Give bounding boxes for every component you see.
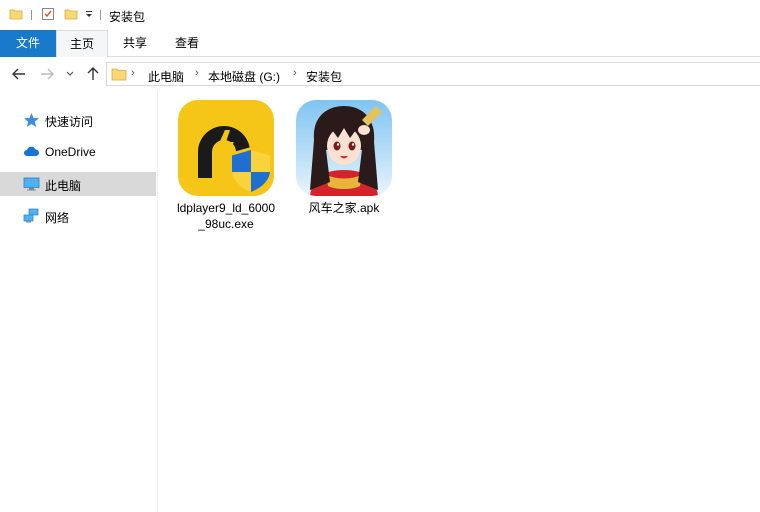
file-item-ldplayer[interactable]: ldplayer9_ld_6000_98uc.exe <box>174 100 278 232</box>
new-folder-icon[interactable] <box>64 7 78 21</box>
file-name: 风车之家.apk <box>308 201 380 215</box>
tab-view[interactable]: 查看 <box>164 30 210 57</box>
nav-item-network[interactable]: 网络 <box>0 204 156 228</box>
customize-dropdown-icon[interactable] <box>84 7 94 21</box>
network-icon <box>23 208 39 223</box>
forward-arrow-icon[interactable] <box>38 65 56 83</box>
ldplayer-app-icon <box>178 100 274 196</box>
ribbon-tabs: 文件 主页 共享 查看 <box>0 30 760 58</box>
cloud-icon <box>24 146 40 156</box>
folder-icon[interactable] <box>9 7 23 21</box>
chevron-right-icon[interactable]: › <box>131 67 135 79</box>
folder-icon <box>111 68 127 81</box>
nav-item-this-pc[interactable]: 此电脑 <box>0 172 156 196</box>
nav-item-label: 网络 <box>45 211 70 225</box>
nav-item-onedrive[interactable]: OneDrive <box>0 140 156 164</box>
breadcrumb-current-folder[interactable]: 安装包 <box>306 68 342 85</box>
breadcrumb-local-disk[interactable]: 本地磁盘 (G:) <box>208 68 280 85</box>
nav-item-label: OneDrive <box>45 145 96 159</box>
file-name: ldplayer9_ld_6000_98uc.exe <box>176 201 276 231</box>
title-bar: 安装包 <box>0 0 760 30</box>
star-icon <box>24 113 39 127</box>
apk-app-icon <box>296 100 392 196</box>
tab-share[interactable]: 共享 <box>112 30 158 57</box>
file-list: ldplayer9_ld_6000_98uc.exe 风车之家.apk <box>159 91 760 512</box>
breadcrumb-this-pc[interactable]: 此电脑 <box>148 68 184 85</box>
window-title: 安装包 <box>109 10 146 24</box>
navigation-pane: 快速访问 OneDrive 此电脑 网络 <box>0 91 158 512</box>
address-bar[interactable]: › 此电脑 › 本地磁盘 (G:) › 安装包 <box>106 62 760 86</box>
properties-icon[interactable] <box>41 7 55 21</box>
file-item-apk[interactable]: 风车之家.apk <box>292 100 396 216</box>
back-arrow-icon[interactable] <box>10 65 28 83</box>
nav-item-quick-access[interactable]: 快速访问 <box>0 108 156 132</box>
computer-icon <box>23 177 40 191</box>
chevron-right-icon[interactable]: › <box>293 67 297 79</box>
tab-file[interactable]: 文件 <box>0 30 56 57</box>
title-separator <box>100 10 101 20</box>
nav-item-label: 此电脑 <box>45 179 82 193</box>
navigation-bar: › 此电脑 › 本地磁盘 (G:) › 安装包 <box>0 57 760 91</box>
tab-home[interactable]: 主页 <box>56 30 108 58</box>
nav-item-label: 快速访问 <box>45 115 94 129</box>
chevron-right-icon[interactable]: › <box>195 67 199 79</box>
quick-access-separator <box>31 10 32 20</box>
recent-locations-chevron-icon[interactable] <box>64 65 76 83</box>
up-arrow-icon[interactable] <box>84 65 102 83</box>
